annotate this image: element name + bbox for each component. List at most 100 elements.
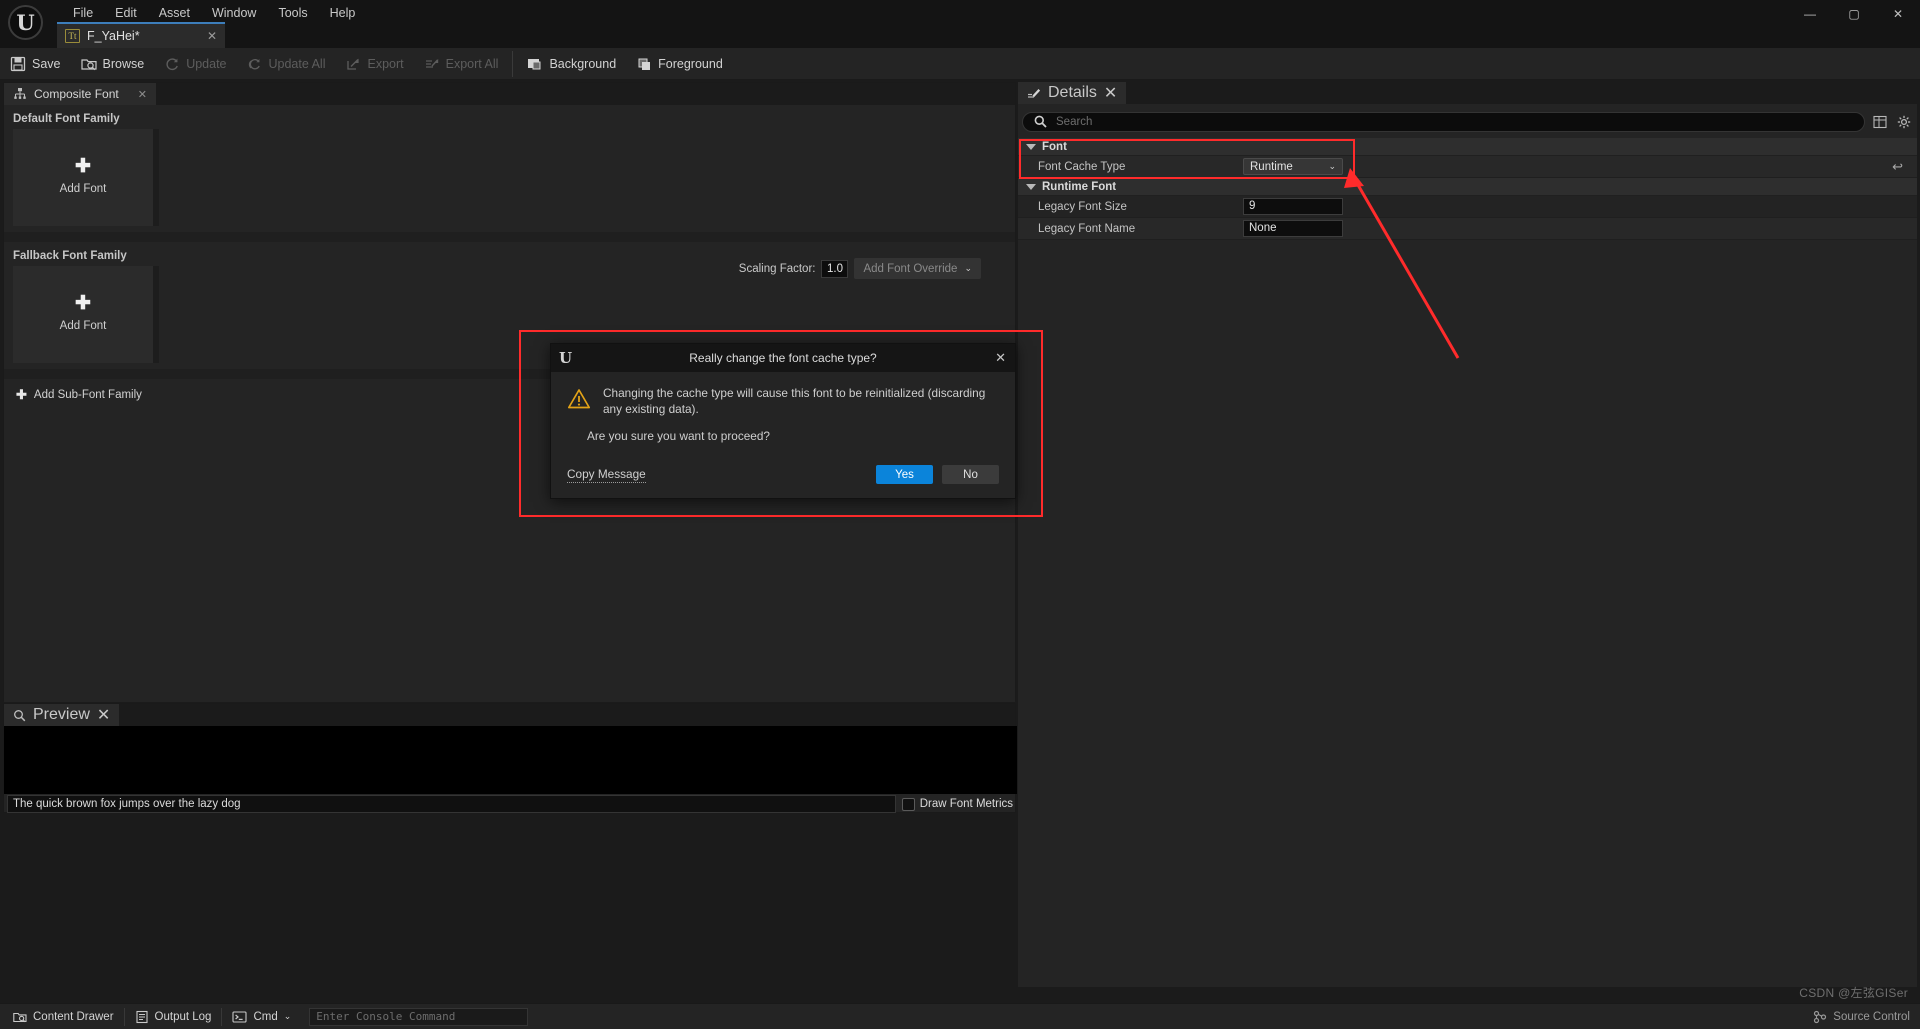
draw-font-metrics-toggle[interactable]: Draw Font Metrics [896,797,1017,811]
legacy-font-size-label: Legacy Font Size [1038,200,1127,213]
plus-icon: ✚ [16,387,27,402]
update-icon [164,56,180,72]
warning-triangle-icon [567,387,591,411]
column-settings-icon[interactable] [1871,113,1889,131]
export-icon [345,56,361,72]
add-font-label: Add Font [59,319,107,332]
plus-icon: ✚ [75,155,91,177]
content-drawer-icon [13,1010,27,1024]
update-button-label: Update [186,56,227,71]
preview-tab-row: Preview ✕ [4,704,1015,726]
ue-logo-glyph: U [16,10,35,35]
dialog-message-primary: Changing the cache type will cause this … [603,386,986,416]
dialog-title-bar: U Really change the font cache type? ✕ [551,344,1015,372]
details-search-placeholder: Search [1056,115,1093,128]
background-icon [527,56,543,72]
scaling-factor-label: Scaling Factor: [738,262,816,275]
update-all-button[interactable]: Update All [237,48,336,80]
save-icon [10,56,26,72]
dialog-body: Changing the cache type will cause this … [551,372,1015,417]
property-group-runtime-font-label: Runtime Font [1042,180,1117,193]
annotation-arrow [1344,168,1460,359]
chevron-down-icon [1026,183,1036,190]
search-icon [1031,113,1049,131]
default-family-add-font-slot[interactable]: ✚ Add Font [13,129,159,226]
asset-tab-f-yahei[interactable]: Tt F_YaHei* ✕ [57,22,225,48]
dialog-no-button[interactable]: No [942,465,999,484]
export-button[interactable]: Export [335,48,413,80]
chevron-down-icon: ⌄ [283,1011,292,1021]
source-control-button[interactable]: Source Control [1813,1010,1910,1024]
preview-panel: Preview ✕ The quick brown fox jumps over… [3,703,1017,813]
scaling-factor-row: Scaling Factor: 1.0 Add Font Override ⌄ [739,258,981,279]
preview-text-input[interactable]: The quick brown fox jumps over the lazy … [7,795,896,813]
update-all-icon [247,56,263,72]
background-button[interactable]: Background [517,48,626,80]
update-all-button-label: Update All [268,56,326,71]
property-group-font-label: Font [1042,140,1067,153]
console-prompt-icon [232,1010,248,1024]
export-all-button-label: Export All [445,56,499,71]
tab-composite-font[interactable]: Composite Font ✕ [4,83,156,105]
asset-tab-close-icon[interactable]: ✕ [207,29,217,43]
font-cache-type-dropdown[interactable]: Runtime ⌄ [1243,158,1343,175]
asset-tab-strip: Tt F_YaHei* ✕ [0,22,1920,48]
browse-button[interactable]: Browse [71,48,155,80]
source-control-icon [1813,1010,1827,1024]
output-log-icon [135,1010,149,1024]
font-asset-icon: Tt [65,29,80,43]
fallback-family-add-font-slot[interactable]: ✚ Add Font [13,266,159,363]
reset-to-default-icon[interactable]: ↩ [1892,159,1903,175]
tab-details[interactable]: Details ✕ [1018,82,1127,104]
copy-message-link[interactable]: Copy Message [567,467,646,483]
toolbar-separator [512,50,514,77]
composite-font-tab-close-icon[interactable]: ✕ [138,88,147,101]
composite-font-tab-label: Composite Font [34,87,119,101]
dialog-button-group: Yes No [876,465,999,484]
background-button-label: Background [549,56,617,71]
legacy-font-size-input[interactable]: 9 [1243,198,1343,215]
export-button-label: Export [367,56,404,71]
default-font-family-title: Default Font Family [13,113,120,125]
gear-icon[interactable] [1895,113,1913,131]
legacy-font-name-label: Legacy Font Name [1038,222,1136,235]
browse-button-label: Browse [102,56,145,71]
content-drawer-label: Content Drawer [33,1010,114,1023]
unreal-engine-logo-icon[interactable]: U [8,5,43,40]
legacy-font-name-input[interactable]: None [1243,220,1343,237]
dialog-footer: Copy Message Yes No [551,465,1015,484]
add-font-override-button[interactable]: Add Font Override ⌄ [854,258,981,279]
foreground-button[interactable]: Foreground [626,48,733,80]
console-command-input[interactable]: Enter Console Command [309,1007,529,1026]
dialog-title-text: Really change the font cache type? [689,351,877,365]
details-tab-close-icon[interactable]: ✕ [1104,83,1117,103]
cmd-label: Cmd [253,1010,278,1023]
composite-font-tab-row: Composite Font ✕ [4,83,1015,105]
dialog-close-icon[interactable]: ✕ [995,350,1006,366]
content-drawer-button[interactable]: Content Drawer [3,1006,124,1028]
watermark-text: CSDN @左弦GISer [1799,986,1908,1000]
preview-tab-close-icon[interactable]: ✕ [97,705,110,725]
scaling-factor-input[interactable]: 1.0 [821,259,849,278]
save-button[interactable]: Save [0,48,71,80]
chevron-down-icon: ⌄ [964,263,972,273]
family-divider [4,232,1015,242]
statusbar-right-group: Source Control [1813,1010,1920,1024]
update-button[interactable]: Update [154,48,236,80]
property-group-font[interactable]: Font [1018,138,1917,156]
cmd-dropdown-button[interactable]: Cmd ⌄ [222,1006,301,1028]
output-log-button[interactable]: Output Log [125,1006,222,1028]
dialog-message-secondary: Are you sure you want to proceed? [587,429,770,443]
editor-toolbar: Save Browse Update Update All Export Exp… [0,48,1920,80]
draw-font-metrics-checkbox[interactable] [901,797,915,811]
details-search-row: Search [1018,110,1917,133]
tab-preview[interactable]: Preview ✕ [4,704,120,726]
add-font-override-label: Add Font Override [863,262,958,275]
preview-tab-label: Preview [33,706,90,723]
add-font-label: Add Font [59,182,107,195]
dialog-yes-button[interactable]: Yes [876,465,933,484]
status-bar: Content Drawer Output Log Cmd ⌄ Enter Co… [0,1003,1920,1029]
export-all-button[interactable]: Export All [414,48,509,80]
details-search-box[interactable]: Search [1022,111,1865,132]
preview-render-stage [4,726,1017,794]
